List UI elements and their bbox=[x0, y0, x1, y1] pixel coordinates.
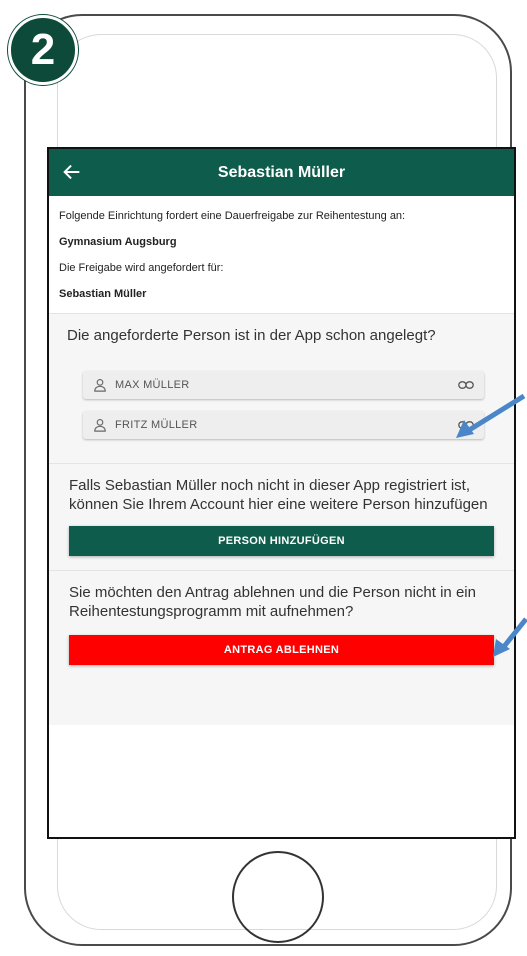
person-row-fritz[interactable]: FRITZ MÜLLER bbox=[83, 411, 484, 439]
institution-name: Gymnasium Augsburg bbox=[59, 236, 177, 248]
request-description: Folgende Einrichtung fordert eine Dauerf… bbox=[59, 210, 406, 222]
arrow-left-icon[interactable] bbox=[61, 161, 83, 183]
person-icon bbox=[94, 379, 106, 392]
app-screen: Sebastian Müller Folgende Einrichtung fo… bbox=[47, 147, 516, 839]
page-title: Sebastian Müller bbox=[217, 163, 346, 181]
pointer-arrow-icon bbox=[456, 393, 526, 438]
add-person-text: Falls Sebastian Müller noch nicht in die… bbox=[69, 477, 488, 513]
home-button[interactable] bbox=[232, 851, 324, 943]
existing-person-section: Die angeforderte Person ist in der App s… bbox=[49, 313, 514, 463]
link-icon[interactable] bbox=[458, 380, 474, 390]
person-icon bbox=[94, 419, 106, 432]
existing-person-question: Die angeforderte Person ist in der App s… bbox=[67, 327, 436, 344]
request-for-label: Die Freigabe wird angefordert für: bbox=[59, 262, 224, 274]
add-person-section: Falls Sebastian Müller noch nicht in die… bbox=[49, 463, 514, 570]
reject-request-button[interactable]: ANTRAG ABLEHNEN bbox=[69, 635, 494, 665]
request-info: Folgende Einrichtung fordert eine Dauerf… bbox=[49, 196, 514, 313]
reject-section: Sie möchten den Antrag ablehnen und die … bbox=[49, 570, 514, 725]
person-name: MAX MÜLLER bbox=[115, 379, 190, 391]
step-badge: 2 bbox=[8, 15, 78, 85]
person-row-max[interactable]: MAX MÜLLER bbox=[83, 371, 484, 399]
app-bar: Sebastian Müller bbox=[49, 149, 514, 196]
pointer-arrow-icon bbox=[493, 617, 527, 657]
reject-text: Sie möchten den Antrag ablehnen und die … bbox=[69, 584, 476, 620]
person-name: FRITZ MÜLLER bbox=[115, 419, 198, 431]
add-person-button[interactable]: PERSON HINZUFÜGEN bbox=[69, 526, 494, 556]
requested-person-name: Sebastian Müller bbox=[59, 288, 147, 300]
